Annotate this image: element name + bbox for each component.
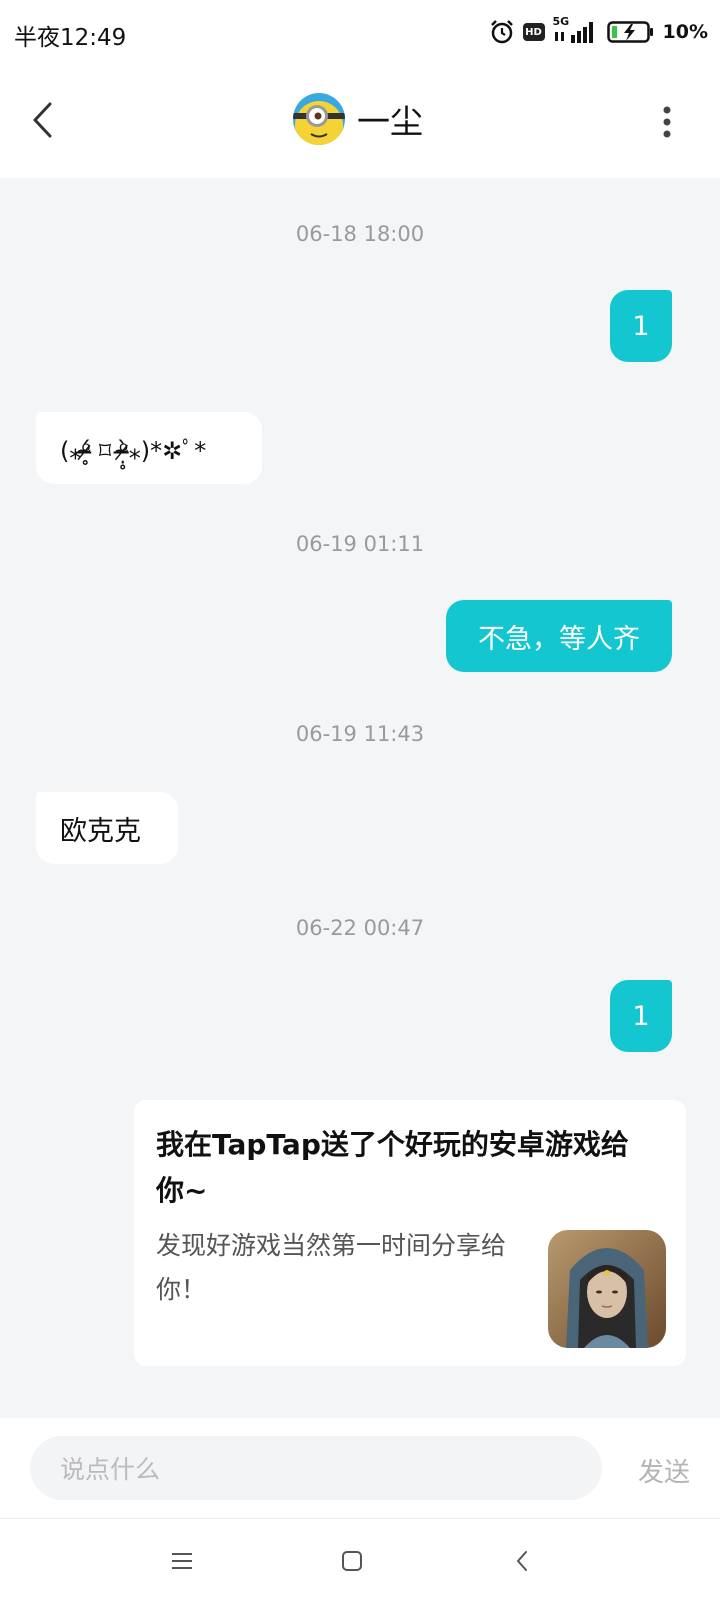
status-time: 半夜12:49	[14, 25, 127, 51]
battery-icon	[606, 21, 653, 43]
message-timestamp: 06-18 18:00	[295, 222, 425, 246]
game-cover-image	[548, 1230, 666, 1348]
message-input[interactable]: 说点什么	[30, 1436, 602, 1500]
message-timestamp: 06-22 00:47	[295, 916, 425, 940]
chat-title: 一尘	[357, 102, 423, 141]
alarm-icon	[490, 20, 513, 44]
back-button[interactable]	[22, 98, 62, 142]
battery-percent: 10%	[662, 21, 708, 43]
system-nav-bar	[0, 1518, 720, 1600]
home-icon	[342, 1551, 362, 1571]
nav-menu-button[interactable]	[162, 1541, 202, 1581]
received-message-bubble[interactable]: 欧克克	[36, 792, 178, 864]
status-icons: HD 5G 10%	[489, 15, 708, 48]
sent-message-bubble[interactable]: 不急，等人齐	[446, 600, 672, 672]
emoticon-text: (⁎ᵒ̴̶̷̥́ ⌑ ᵒ̴̶̷̣̥̀⁎)*✲ﾟ*	[60, 436, 207, 465]
game-share-card[interactable]: 我在TapTap送了个好玩的安卓游戏给你~ 发现好游戏当然第一时间分享给你！	[134, 1100, 686, 1366]
game-thumbnail[interactable]	[548, 1230, 666, 1348]
minion-avatar-icon	[293, 93, 345, 145]
chevron-left-icon	[33, 102, 52, 138]
chat-title-area[interactable]: 一尘	[293, 93, 423, 145]
status-bar: 半夜12:49 HD 5G 10%	[0, 0, 720, 64]
message-timestamp: 06-19 11:43	[295, 722, 425, 746]
avatar[interactable]	[293, 93, 345, 145]
more-options-button[interactable]	[652, 100, 682, 144]
nav-home-button[interactable]	[332, 1541, 372, 1581]
message-timestamp: 06-19 01:11	[295, 532, 425, 556]
more-vertical-icon	[663, 106, 671, 138]
sent-message-bubble[interactable]: 1	[610, 980, 672, 1052]
message-input-bar: 说点什么 发送	[0, 1418, 720, 1518]
chat-header: 一尘	[0, 64, 720, 178]
share-card-title: 我在TapTap送了个好玩的安卓游戏给你~	[156, 1128, 629, 1207]
back-icon	[517, 1551, 527, 1571]
share-card-description: 发现好游戏当然第一时间分享给你！	[156, 1231, 507, 1304]
send-button[interactable]: 发送	[638, 1452, 690, 1489]
hd-badge: HD	[522, 23, 545, 41]
signal-icon: 5G	[553, 15, 599, 45]
sent-message-bubble[interactable]: 1	[610, 290, 672, 362]
menu-icon	[172, 1553, 192, 1569]
received-message-bubble[interactable]: (⁎ᵒ̴̶̷̥́ ⌑ ᵒ̴̶̷̣̥̀⁎)*✲ﾟ*	[36, 412, 262, 484]
nav-back-button[interactable]	[502, 1541, 542, 1581]
